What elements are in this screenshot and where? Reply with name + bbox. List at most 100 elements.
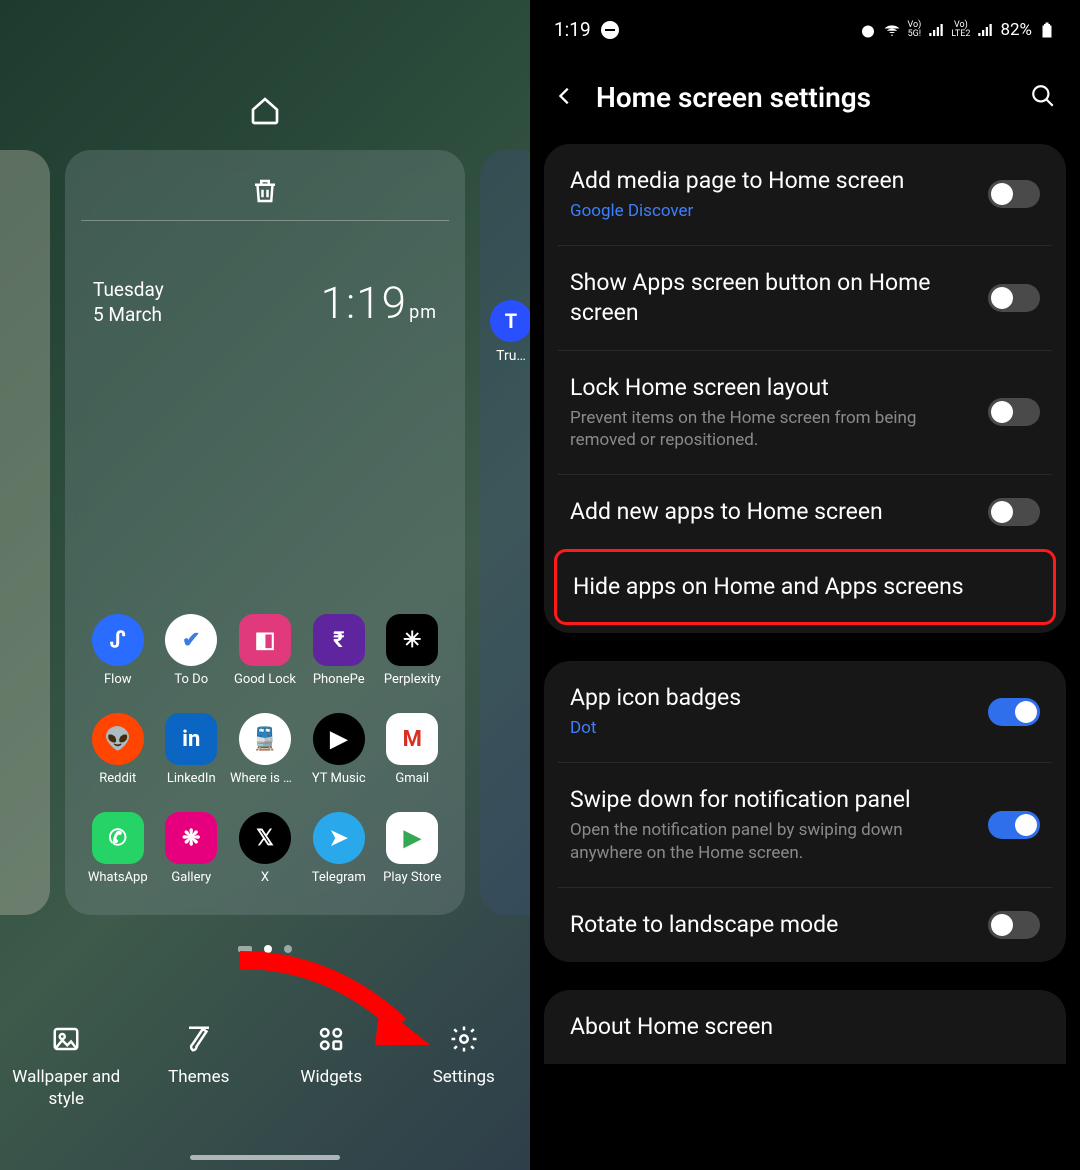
action-widgets[interactable]: Widgets <box>265 1024 398 1110</box>
header: Home screen settings <box>530 41 1080 144</box>
app-icon: ✆ <box>92 812 144 864</box>
widgets-icon <box>265 1024 398 1054</box>
action-image[interactable]: Wallpaper andstyle <box>0 1024 133 1110</box>
row-subtitle: Prevent items on the Home screen from be… <box>570 407 972 453</box>
app-play-store[interactable]: ▶Play Store <box>378 812 448 885</box>
setting-row[interactable]: App icon badgesDot <box>544 661 1066 762</box>
page-preview-left[interactable] <box>0 150 50 915</box>
app-gallery[interactable]: ❋Gallery <box>157 812 227 885</box>
bottom-actions: Wallpaper andstyleThemesWidgetsSettings <box>0 1024 530 1110</box>
app-label: Flow <box>83 672 153 687</box>
toggle[interactable] <box>988 180 1040 208</box>
setting-row[interactable]: Add media page to Home screenGoogle Disc… <box>544 144 1066 245</box>
app-icon: ✔ <box>165 614 217 666</box>
toggle[interactable] <box>988 398 1040 426</box>
signal2-icon <box>976 21 994 39</box>
back-button[interactable] <box>554 85 576 111</box>
apps-grid: ᔑ Flow ✔ To Do◧Good Lock₹PhonePe✳Perplexity… <box>83 614 447 885</box>
app-yt-music[interactable]: ▶ YT Music <box>304 713 374 786</box>
battery-icon <box>1038 21 1056 39</box>
app-label: Telegram <box>304 870 374 885</box>
toggle[interactable] <box>988 698 1040 726</box>
row-title: Lock Home screen layout <box>570 373 972 403</box>
toggle[interactable] <box>988 498 1040 526</box>
home-edit-pane: T Tru… Tuesday 5 March 1:19pm ᔑ Flow ✔ To D… <box>0 0 530 1170</box>
signal-icon <box>927 21 945 39</box>
app-linkedin[interactable]: inLinkedIn <box>157 713 227 786</box>
signal-lte-icon: Vo)LTE2 <box>951 21 970 39</box>
side-app[interactable]: T Tru… <box>490 300 530 364</box>
app-icon: 🚆 <box>239 713 291 765</box>
clock-widget[interactable]: Tuesday 5 March 1:19pm <box>83 221 447 329</box>
app-label: To Do <box>157 672 227 687</box>
toggle[interactable] <box>988 811 1040 839</box>
app-icon: ▶ <box>386 812 438 864</box>
row-subtitle: Open the notification panel by swiping d… <box>570 819 972 865</box>
setting-row[interactable]: Lock Home screen layout Prevent items on … <box>558 350 1052 475</box>
dnd-icon <box>601 21 619 39</box>
app-reddit[interactable]: 👽Reddit <box>83 713 153 786</box>
setting-row[interactable]: Add new apps to Home screen <box>558 474 1052 549</box>
setting-row[interactable]: Show Apps screen button on Home screen <box>558 245 1052 350</box>
highlight-box: Hide apps on Home and Apps screens <box>554 549 1056 625</box>
app-label: X <box>230 870 300 885</box>
app-to-do[interactable]: ✔ To Do <box>157 614 227 687</box>
clock-time: 1:19 <box>321 277 407 329</box>
action-gear[interactable]: Settings <box>398 1024 531 1110</box>
app-icon: ▶ <box>313 713 365 765</box>
app-label: LinkedIn <box>157 771 227 786</box>
row-title: Add new apps to Home screen <box>570 497 972 527</box>
app-flow[interactable]: ᔑ Flow <box>83 614 153 687</box>
page-preview-right[interactable]: T Tru… <box>480 150 530 915</box>
setting-row[interactable]: Swipe down for notification panelOpen th… <box>558 762 1052 887</box>
status-time: 1:19 <box>554 18 591 41</box>
app-label: Where is my… <box>230 771 300 786</box>
side-app-label: Tru… <box>490 348 530 364</box>
page-title: Home screen settings <box>596 81 1010 114</box>
app-icon: ᔑ <box>92 614 144 666</box>
settings-pane: 1:19 Vo)5G! Vo)LTE2 82% Home screen sett… <box>530 0 1080 1170</box>
home-page-preview[interactable]: Tuesday 5 March 1:19pm ᔑ Flow ✔ To Do◧Good … <box>65 150 465 915</box>
app-label: Gmail <box>378 771 448 786</box>
gesture-bar[interactable] <box>190 1155 340 1160</box>
app-icon: 👽 <box>92 713 144 765</box>
wifi-icon <box>883 21 901 39</box>
date-line: 5 March <box>93 303 164 328</box>
app-whatsapp[interactable]: ✆ WhatsApp <box>83 812 153 885</box>
toggle[interactable] <box>988 284 1040 312</box>
setting-row[interactable]: Hide apps on Home and Apps screens <box>557 552 1053 622</box>
app-gmail[interactable]: M Gmail <box>378 713 448 786</box>
page-indicator[interactable] <box>0 945 530 953</box>
row-subtitle: Dot <box>570 717 972 740</box>
row-title: Hide apps on Home and Apps screens <box>573 572 1037 602</box>
brush-icon <box>133 1024 266 1054</box>
app-x[interactable]: 𝕏X <box>230 812 300 885</box>
app-phonepe[interactable]: ₹PhonePe <box>304 614 374 687</box>
app-telegram[interactable]: ➤ Telegram <box>304 812 374 885</box>
image-icon <box>0 1024 133 1054</box>
search-button[interactable] <box>1030 83 1056 113</box>
app-icon: ➤ <box>313 812 365 864</box>
signal-5g-icon: Vo)5G! <box>907 21 921 39</box>
app-icon: ₹ <box>313 614 365 666</box>
home-icon[interactable] <box>245 95 285 127</box>
action-label: Widgets <box>265 1066 398 1088</box>
action-label: Wallpaper andstyle <box>0 1066 133 1110</box>
gear-icon <box>398 1024 531 1054</box>
app-icon: 𝕏 <box>239 812 291 864</box>
toggle[interactable] <box>988 911 1040 939</box>
action-brush[interactable]: Themes <box>133 1024 266 1110</box>
app-icon: M <box>386 713 438 765</box>
app-good-lock[interactable]: ◧Good Lock <box>230 614 300 687</box>
app-label: YT Music <box>304 771 374 786</box>
app-where-is-my-[interactable]: 🚆 Where is my… <box>230 713 300 786</box>
setting-row[interactable]: Rotate to landscape mode <box>558 887 1052 962</box>
app-label: WhatsApp <box>83 870 153 885</box>
status-bar: 1:19 Vo)5G! Vo)LTE2 82% <box>530 0 1080 41</box>
app-perplexity[interactable]: ✳Perplexity <box>378 614 448 687</box>
app-label: Gallery <box>157 870 227 885</box>
date-day: Tuesday <box>93 278 164 303</box>
delete-page-button[interactable] <box>83 166 447 220</box>
row-title: Show Apps screen button on Home screen <box>570 268 972 328</box>
setting-row[interactable]: About Home screen <box>544 990 1066 1064</box>
